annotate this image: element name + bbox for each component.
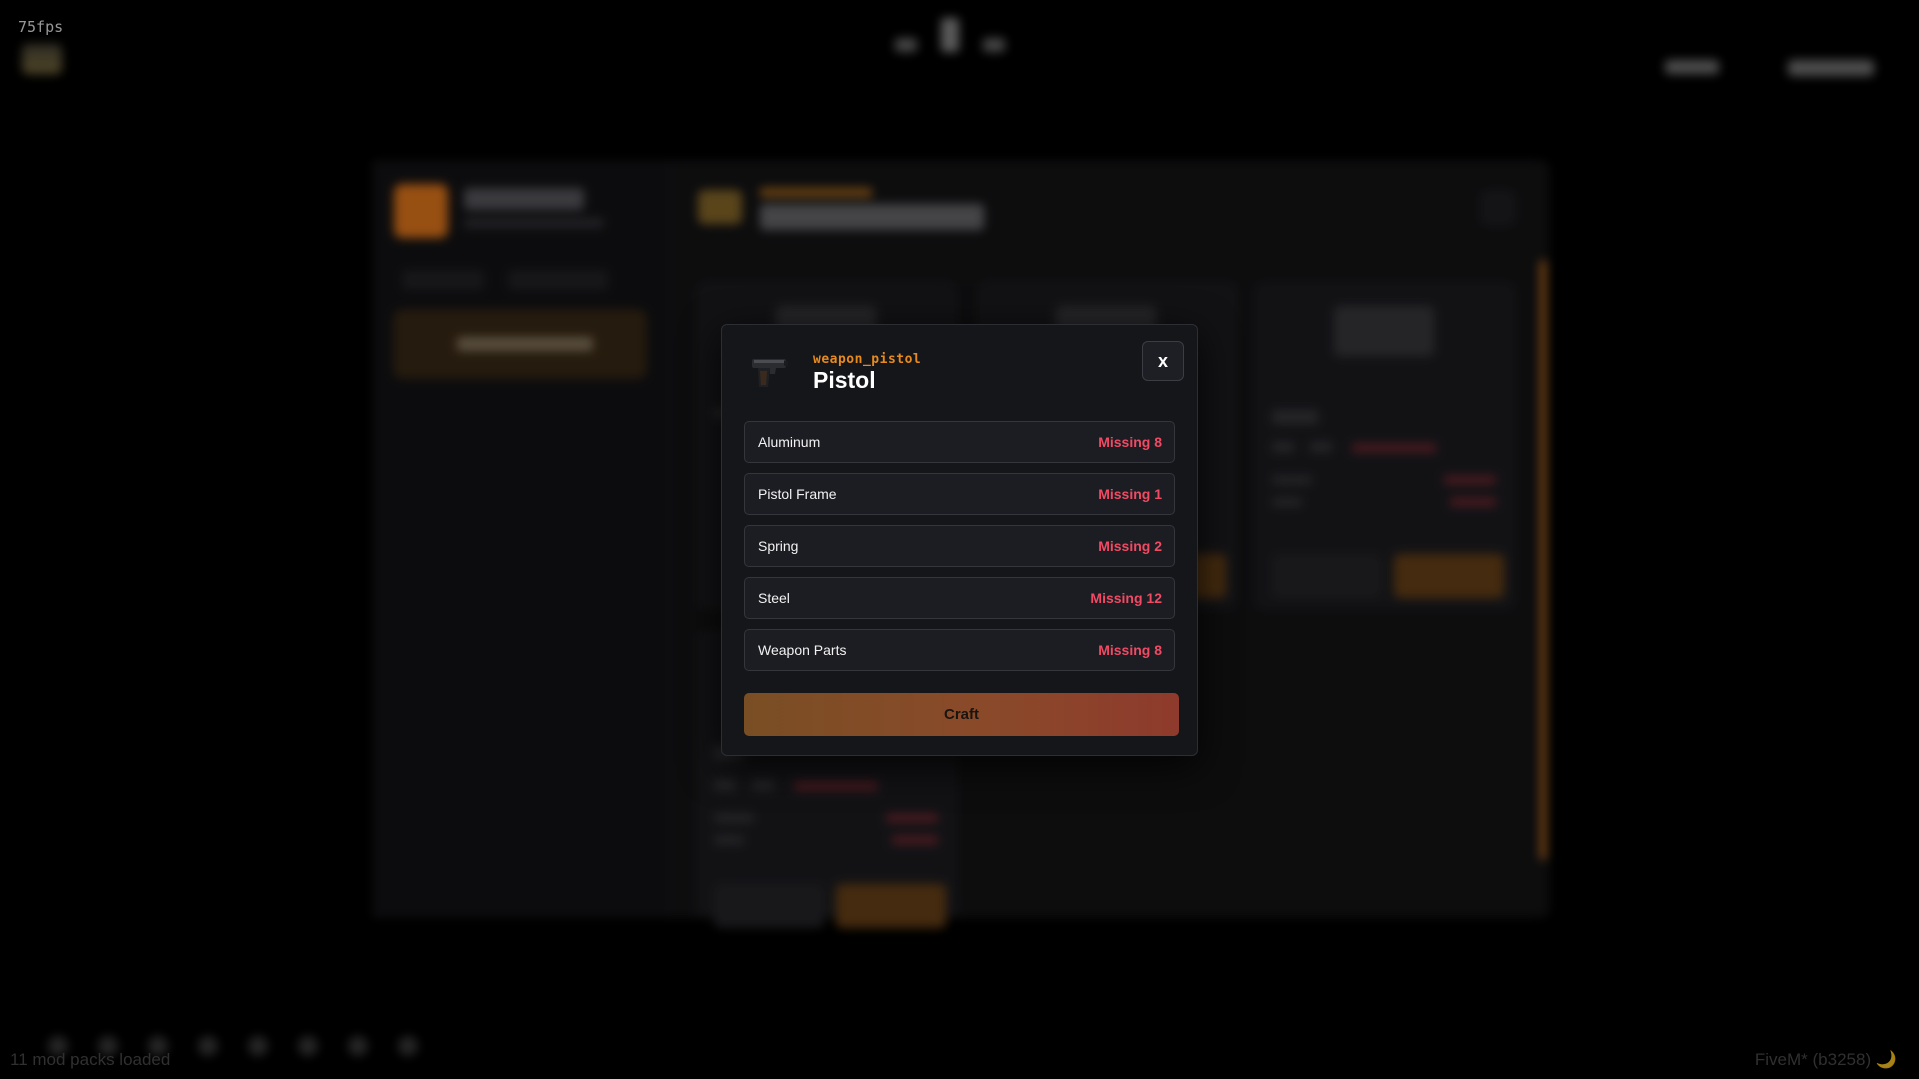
game-screen: 75fps 11 mod packs loaded FiveM* (b3258)…: [0, 0, 1919, 1079]
craft-modal: weapon_pistol Pistol x Aluminum Missing …: [721, 324, 1198, 756]
item-id: weapon_pistol: [813, 352, 922, 367]
requirement-status: Missing 12: [1090, 590, 1162, 606]
craft-button[interactable]: Craft: [744, 693, 1179, 736]
item-name: Pistol: [813, 367, 876, 393]
requirement-name: Pistol Frame: [758, 486, 837, 502]
close-button[interactable]: x: [1142, 341, 1184, 381]
requirement-name: Steel: [758, 590, 790, 606]
requirement-name: Spring: [758, 538, 799, 554]
requirement-row: Steel Missing 12: [744, 577, 1175, 619]
requirement-name: Weapon Parts: [758, 642, 847, 658]
requirement-status: Missing 8: [1098, 434, 1162, 450]
requirement-status: Missing 8: [1098, 642, 1162, 658]
requirements-list: Aluminum Missing 8 Pistol Frame Missing …: [744, 421, 1175, 681]
requirement-name: Aluminum: [758, 434, 821, 450]
requirement-row: Spring Missing 2: [744, 525, 1175, 567]
pistol-icon: [752, 359, 788, 387]
requirement-row: Aluminum Missing 8: [744, 421, 1175, 463]
requirement-status: Missing 2: [1098, 538, 1162, 554]
requirement-row: Weapon Parts Missing 8: [744, 629, 1175, 671]
requirement-row: Pistol Frame Missing 1: [744, 473, 1175, 515]
requirement-status: Missing 1: [1098, 486, 1162, 502]
